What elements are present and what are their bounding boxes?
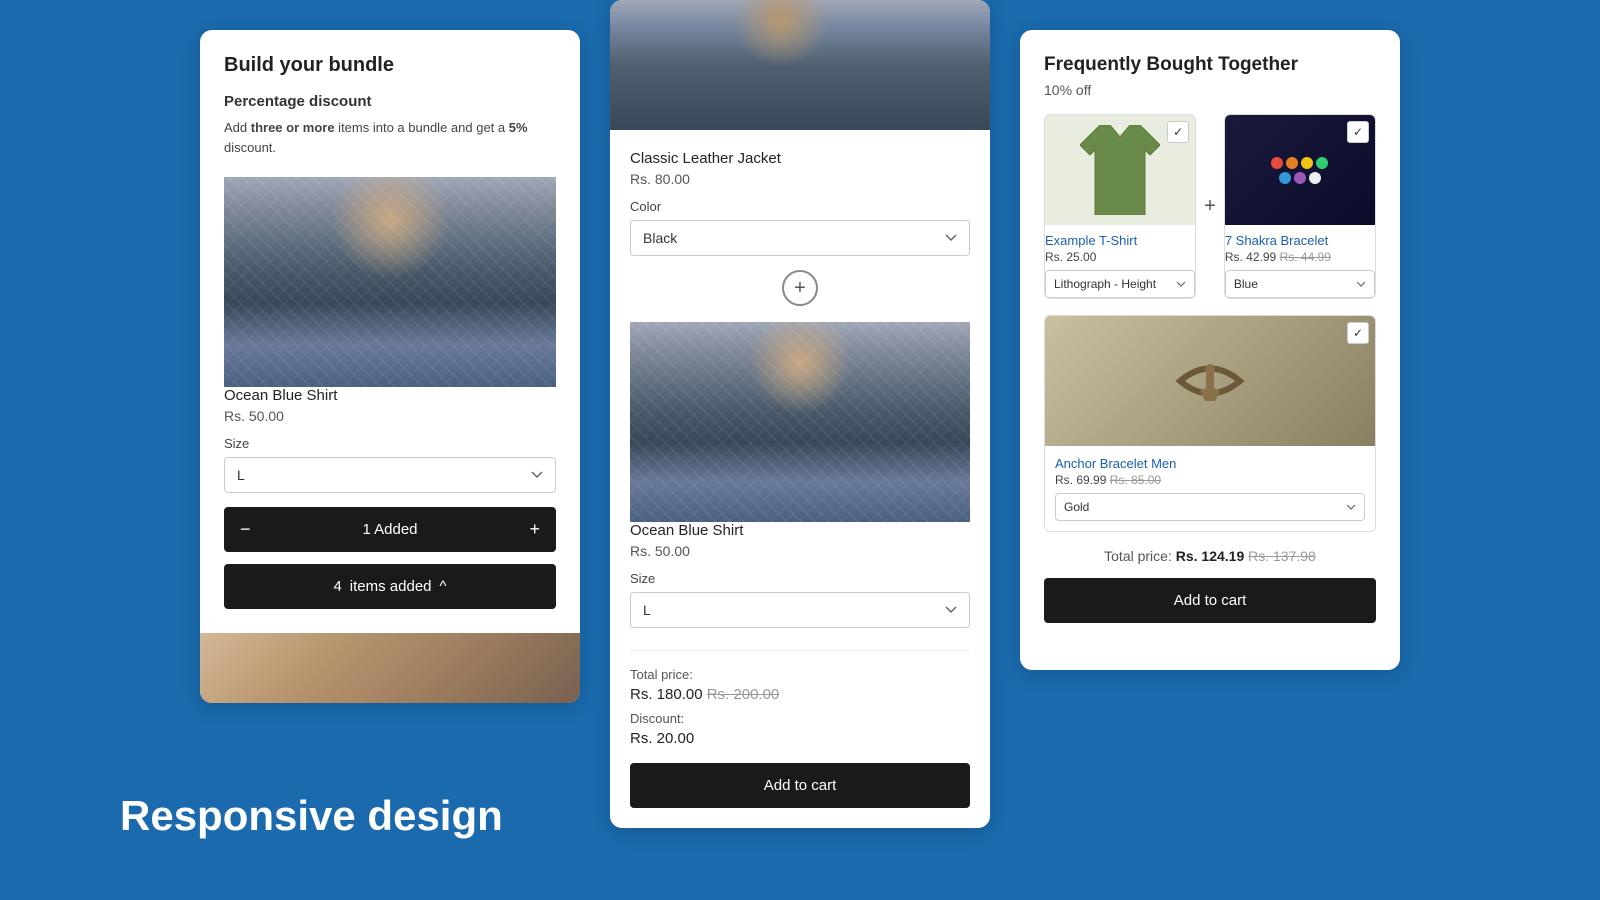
middle-shirt-price: Rs. 50.00 <box>630 543 970 559</box>
fbt-anchor-name: Anchor Bracelet Men <box>1055 456 1365 471</box>
middle-total-section: Total price: Rs. 180.00 Rs. 200.00 Disco… <box>630 650 970 808</box>
middle-shirt-name: Ocean Blue Shirt <box>630 522 970 539</box>
fbt-bracelet-variant-select[interactable]: Blue Red Green <box>1225 270 1375 298</box>
bead-white <box>1309 172 1321 184</box>
fbt-plus-icon: + <box>1204 195 1216 218</box>
fbt-anchor-item: ✓ Anchor Bracelet Men Rs. 69.99 Rs. 85.0… <box>1044 315 1376 532</box>
middle-total-label: Total price: <box>630 667 970 682</box>
fbt-bracelet-price-current: Rs. 42.99 <box>1225 250 1276 264</box>
fbt-bracelet-price: Rs. 42.99 Rs. 44.99 <box>1225 250 1375 264</box>
main-container: Responsive design Build your bundle Perc… <box>0 0 1600 900</box>
middle-product-card: Classic Leather Jacket Rs. 80.00 Color B… <box>610 0 990 828</box>
fbt-bracelet-name: 7 Shakra Bracelet <box>1225 233 1375 248</box>
left-product-price: Rs. 50.00 <box>224 408 556 424</box>
fbt-anchor-price: Rs. 69.99 Rs. 85.00 <box>1055 473 1365 487</box>
middle-discount-label: Discount: <box>630 711 970 726</box>
fbt-total-line: Total price: Rs. 124.19 Rs. 137.98 <box>1044 548 1376 564</box>
fbt-tshirt-details: Example T-Shirt Rs. 25.00 Lithograph - H… <box>1045 225 1195 298</box>
left-product-name: Ocean Blue Shirt <box>224 387 556 404</box>
qty-minus-icon[interactable]: − <box>240 519 251 540</box>
middle-add-to-cart-button[interactable]: Add to cart <box>630 763 970 808</box>
middle-jacket-name: Classic Leather Jacket <box>630 150 970 167</box>
left-product-image <box>224 177 556 387</box>
bundle-title: Build your bundle <box>224 54 556 77</box>
fbt-anchor-variant-select[interactable]: Gold Silver Black <box>1055 493 1365 521</box>
middle-color-label: Color <box>630 199 970 214</box>
discount-description: Add three or more items into a bundle an… <box>224 118 556 157</box>
build-bundle-card: Build your bundle Percentage discount Ad… <box>200 30 580 703</box>
fbt-tshirt-price: Rs. 25.00 <box>1045 250 1195 264</box>
middle-discount-value: Rs. 20.00 <box>630 730 970 747</box>
fbt-tshirt-name: Example T-Shirt <box>1045 233 1195 248</box>
middle-total-original: Rs. 200.00 <box>707 686 780 703</box>
bead-yellow <box>1301 157 1313 169</box>
fbt-bracelet-details: 7 Shakra Bracelet Rs. 42.99 Rs. 44.99 Bl… <box>1225 225 1375 298</box>
items-added-count: 4 <box>333 578 341 595</box>
bead-green <box>1316 157 1328 169</box>
fbt-anchor-image <box>1045 316 1375 446</box>
bottom-preview-image <box>200 633 580 703</box>
middle-size-label: Size <box>630 571 970 586</box>
plus-separator-icon: + <box>782 270 818 306</box>
qty-label: 1 Added <box>362 521 417 538</box>
bracelet-beads <box>1265 157 1335 184</box>
fbt-tshirt-item: ✓ Example T-Shirt Rs. 25.00 Lithograph -… <box>1044 114 1196 299</box>
discount-heading: Percentage discount <box>224 93 556 110</box>
anchor-bracelet-svg-icon <box>1170 351 1250 411</box>
fbt-total-value: Rs. 124.19 <box>1176 548 1245 564</box>
middle-total-value: Rs. 180.00 Rs. 200.00 <box>630 686 970 703</box>
fbt-tshirt-check[interactable]: ✓ <box>1167 121 1189 143</box>
fbt-anchor-check[interactable]: ✓ <box>1347 322 1369 344</box>
fbt-add-to-cart-button[interactable]: Add to cart <box>1044 578 1376 623</box>
items-added-button[interactable]: 4 items added ^ <box>224 564 556 609</box>
middle-jacket-price: Rs. 80.00 <box>630 171 970 187</box>
qty-plus-icon[interactable]: + <box>529 519 540 540</box>
middle-top-image <box>610 0 990 130</box>
fbt-card: Frequently Bought Together 10% off ✓ Exa… <box>1020 30 1400 670</box>
fbt-total-label: Total price: <box>1104 548 1172 564</box>
fbt-discount-badge: 10% off <box>1044 82 1376 98</box>
middle-shirt-image <box>630 322 970 522</box>
fbt-total-section: Total price: Rs. 124.19 Rs. 137.98 <box>1044 548 1376 564</box>
left-size-label: Size <box>224 436 556 451</box>
fbt-bracelet-price-original: Rs. 44.99 <box>1280 250 1331 264</box>
fbt-top-products-row: ✓ Example T-Shirt Rs. 25.00 Lithograph -… <box>1044 114 1376 299</box>
items-added-chevron-icon: ^ <box>440 578 447 595</box>
responsive-label: Responsive design <box>120 792 503 840</box>
fbt-bracelet-item: ✓ 7 Shakra Bracelet Rs. 42.99 Rs. 44.99 … <box>1224 114 1376 299</box>
items-added-label: items added <box>350 578 432 595</box>
fbt-anchor-price-current: Rs. 69.99 <box>1055 473 1106 487</box>
fbt-anchor-price-original: Rs. 85.00 <box>1110 473 1161 487</box>
discount-bold1: three or more <box>251 120 335 135</box>
fbt-total-original: Rs. 137.98 <box>1248 548 1316 564</box>
bead-red <box>1271 157 1283 169</box>
fbt-tshirt-variant-select[interactable]: Lithograph - Height Standard <box>1045 270 1195 298</box>
middle-total-current: Rs. 180.00 <box>630 686 703 703</box>
fbt-anchor-details: Anchor Bracelet Men Rs. 69.99 Rs. 85.00 … <box>1045 446 1375 531</box>
middle-color-select[interactable]: Black Brown Tan <box>630 220 970 256</box>
bead-purple <box>1294 172 1306 184</box>
qty-control-button[interactable]: − 1 Added + <box>224 507 556 552</box>
left-size-select[interactable]: L XS S M XL XXL <box>224 457 556 493</box>
bead-blue <box>1279 172 1291 184</box>
fbt-bracelet-check[interactable]: ✓ <box>1347 121 1369 143</box>
discount-section: Percentage discount Add three or more it… <box>224 93 556 157</box>
fbt-title: Frequently Bought Together <box>1044 54 1376 76</box>
tshirt-svg-icon <box>1080 125 1160 215</box>
middle-size-select[interactable]: L XS S M XL <box>630 592 970 628</box>
bead-orange <box>1286 157 1298 169</box>
discount-bold2: 5% <box>509 120 528 135</box>
